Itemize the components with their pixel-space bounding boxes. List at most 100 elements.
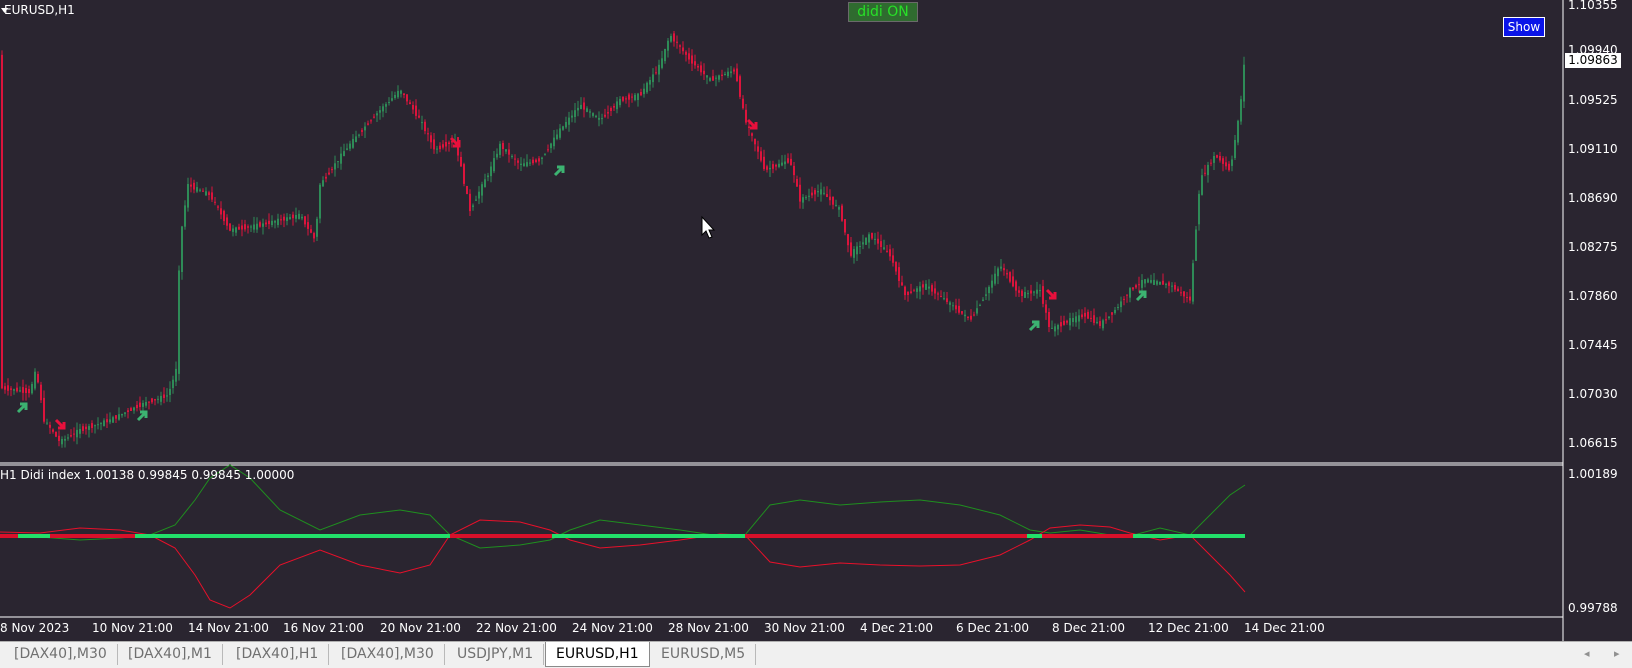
candle-body xyxy=(589,111,591,113)
time-tick: 8 Nov 2023 xyxy=(0,621,70,635)
candle-body xyxy=(949,302,951,305)
candle-body xyxy=(16,387,18,392)
tab-dax40-m30-2[interactable]: [DAX40],M30 xyxy=(331,644,445,665)
candle-body xyxy=(169,388,171,395)
candle-body xyxy=(403,93,405,95)
candle-body xyxy=(1243,64,1245,102)
candle-body xyxy=(1021,290,1023,296)
candle-body xyxy=(652,74,654,83)
candle-body xyxy=(922,284,924,288)
candle-body xyxy=(1192,263,1194,302)
candle-body xyxy=(982,299,984,301)
candle-body xyxy=(862,242,864,245)
didi-status-badge: didi ON xyxy=(848,2,918,22)
candle-body xyxy=(1084,312,1086,317)
candle-body xyxy=(1189,296,1191,301)
candle-body xyxy=(850,242,852,256)
price-tick: 1.07445 xyxy=(1568,338,1618,352)
candle-body xyxy=(1108,316,1110,319)
candle-body xyxy=(397,90,399,98)
candle-body xyxy=(352,138,354,148)
candle-body xyxy=(598,117,600,120)
candle-body xyxy=(124,412,126,414)
chart-window[interactable]: EURUSD,H1 didi ON Show H1 Didi index 1.0… xyxy=(0,0,1632,641)
candle-body xyxy=(394,95,396,98)
time-tick: 12 Dec 21:00 xyxy=(1148,621,1229,635)
candle-body xyxy=(1231,159,1233,166)
candle-body xyxy=(889,249,891,257)
candle-body xyxy=(1195,229,1197,261)
candle-body xyxy=(172,379,174,389)
candle-body xyxy=(808,195,810,197)
candle-body xyxy=(361,130,363,132)
candle-body xyxy=(1153,279,1155,285)
candle-body xyxy=(550,143,552,149)
candle-body xyxy=(742,98,744,109)
price-tick: 1.08690 xyxy=(1568,191,1618,205)
candle-body xyxy=(925,283,927,290)
candle-body xyxy=(307,222,309,229)
tab-usdjpy-m1[interactable]: USDJPY,M1 xyxy=(447,644,545,665)
candle-body xyxy=(379,110,381,113)
candle-body xyxy=(415,105,417,116)
candle-body xyxy=(1003,268,1005,271)
show-button[interactable]: Show xyxy=(1503,17,1545,37)
tab-eurusd-m5[interactable]: EURUSD,M5 xyxy=(651,644,757,665)
candle-body xyxy=(586,108,588,112)
candle-body xyxy=(1168,282,1170,286)
candle-body xyxy=(796,179,798,187)
tab-dax40-m30[interactable]: [DAX40],M30 xyxy=(4,644,118,665)
candle-body xyxy=(802,197,804,203)
candle-body xyxy=(835,204,837,206)
candle-body xyxy=(934,288,936,294)
candle-body xyxy=(466,186,468,194)
candle-body xyxy=(1066,320,1068,323)
candle-body xyxy=(823,192,825,194)
candle-body xyxy=(628,94,630,100)
candle-body xyxy=(487,175,489,178)
candle-body xyxy=(904,286,906,296)
scroll-left-icon[interactable]: ◂ xyxy=(1584,647,1590,660)
candle-body xyxy=(199,189,201,191)
candle-body xyxy=(715,77,717,79)
didi-index-lines xyxy=(0,464,1246,609)
candle-body xyxy=(658,64,660,75)
scroll-right-icon[interactable]: ▸ xyxy=(1614,647,1620,660)
candle-body xyxy=(1225,162,1227,167)
candle-body xyxy=(1099,321,1101,326)
candle-body xyxy=(829,196,831,201)
candle-body xyxy=(1183,291,1185,297)
candle-body xyxy=(142,403,144,407)
candle-body xyxy=(760,151,762,161)
candle-body xyxy=(697,66,699,68)
candle-body xyxy=(583,102,585,110)
candle-body xyxy=(193,182,195,190)
candle-body xyxy=(1174,285,1176,290)
candle-body xyxy=(664,49,666,62)
tab-dax40-h1[interactable]: [DAX40],H1 xyxy=(226,644,330,665)
candle-body xyxy=(973,314,975,316)
candle-body xyxy=(814,190,816,195)
candle-body xyxy=(319,184,321,219)
candle-body xyxy=(277,218,279,225)
candle-body xyxy=(1207,164,1209,176)
tab-eurusd-h1[interactable]: EURUSD,H1 xyxy=(545,642,650,667)
candle-body xyxy=(1132,287,1134,290)
candle-body xyxy=(523,163,525,167)
candle-body xyxy=(1156,281,1158,285)
candle-body xyxy=(1222,158,1224,164)
candle-body xyxy=(364,126,366,131)
candle-body xyxy=(883,247,885,250)
chart-canvas[interactable] xyxy=(0,0,1632,641)
candle-body xyxy=(148,401,150,403)
candle-body xyxy=(1090,317,1092,319)
candle-body xyxy=(1216,155,1218,158)
candle-body xyxy=(895,261,897,272)
candle-body xyxy=(706,75,708,78)
candle-body xyxy=(655,72,657,74)
candle-body xyxy=(910,291,912,293)
candle-body xyxy=(1117,307,1119,308)
candle-body xyxy=(82,426,84,431)
tab-dax40-m1[interactable]: [DAX40],M1 xyxy=(118,644,223,665)
candle-body xyxy=(43,397,45,422)
